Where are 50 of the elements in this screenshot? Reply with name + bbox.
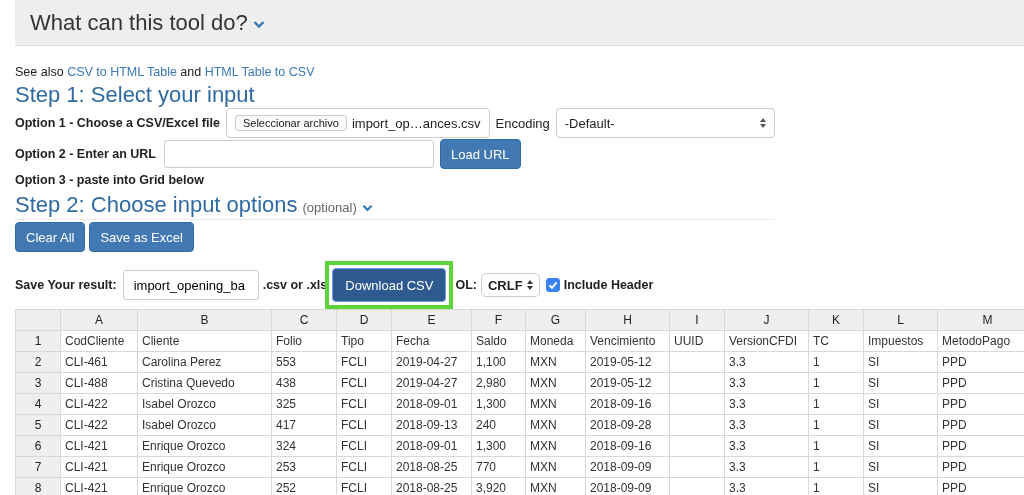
row-header[interactable]: 7	[15, 456, 61, 478]
eol-select[interactable]: CRLF	[481, 273, 540, 297]
column-header[interactable]: L	[863, 309, 938, 331]
row-header[interactable]: 1	[15, 330, 61, 352]
include-header-label: Include Header	[563, 278, 654, 292]
row-header[interactable]: 2	[15, 351, 61, 373]
column-header[interactable]: E	[391, 309, 472, 331]
stepper-arrows-icon	[526, 280, 533, 290]
column-header[interactable]: G	[525, 309, 586, 331]
eol-label: OL:	[455, 278, 477, 292]
row-header[interactable]: 4	[15, 393, 61, 415]
option-label: Option 1 - Choose a CSV/Excel file	[15, 116, 220, 130]
column-header[interactable]: J	[724, 309, 809, 331]
column-header[interactable]: D	[336, 309, 392, 331]
encoding-select[interactable]: -Default-	[555, 108, 775, 138]
download-csv-button[interactable]: Download CSV	[332, 268, 447, 302]
optional-note: (optional)	[302, 200, 357, 215]
option-label: Option 3 - paste into Grid below	[15, 173, 204, 187]
file-input[interactable]: Seleccionar archivo import_op…ances.csv	[225, 108, 490, 138]
column-header[interactable]: B	[137, 309, 272, 331]
encoding-label: Encoding	[495, 115, 550, 131]
save-excel-button[interactable]: Save as Excel	[89, 222, 194, 252]
save-label: Save Your result:	[15, 278, 117, 292]
chevron-down-icon[interactable]	[361, 204, 373, 212]
see-also-text: See also CSV to HTML Table and HTML Table to CSV	[15, 64, 316, 80]
file-name: import_op…ances.csv	[351, 115, 481, 131]
column-header[interactable]: C	[271, 309, 337, 331]
option-label: Option 2 - Enter an URL	[15, 147, 156, 161]
filename-field[interactable]: import_opening_ba	[122, 270, 259, 300]
choose-file-button[interactable]: Seleccionar archivo	[234, 115, 347, 131]
row-header[interactable]: 5	[15, 414, 61, 436]
column-header[interactable]: F	[471, 309, 526, 331]
column-header[interactable]: K	[808, 309, 864, 331]
url-field[interactable]	[164, 140, 434, 168]
row-header[interactable]: 6	[15, 435, 61, 457]
column-header[interactable]: I	[669, 309, 725, 331]
step-heading: Step 2: Choose input options	[15, 192, 298, 218]
column-header[interactable]: H	[585, 309, 670, 331]
section-title: What can this tool do?	[30, 9, 248, 36]
csv-to-html-link[interactable]: CSV to HTML Table	[67, 65, 177, 79]
column-header[interactable]: M	[937, 309, 1024, 331]
clear-all-button[interactable]: Clear All	[15, 222, 86, 252]
stepper-arrows-icon	[760, 118, 766, 128]
row-header[interactable]: 3	[15, 372, 61, 394]
column-header[interactable]: A	[60, 309, 138, 331]
html-to-csv-link[interactable]: HTML Table to CSV	[204, 65, 315, 79]
load-url-button[interactable]: Load URL	[440, 139, 521, 169]
checkbox[interactable]	[545, 278, 560, 292]
chevron-down-icon[interactable]	[252, 20, 265, 29]
step-heading: Step 1: Select your input	[15, 82, 256, 108]
